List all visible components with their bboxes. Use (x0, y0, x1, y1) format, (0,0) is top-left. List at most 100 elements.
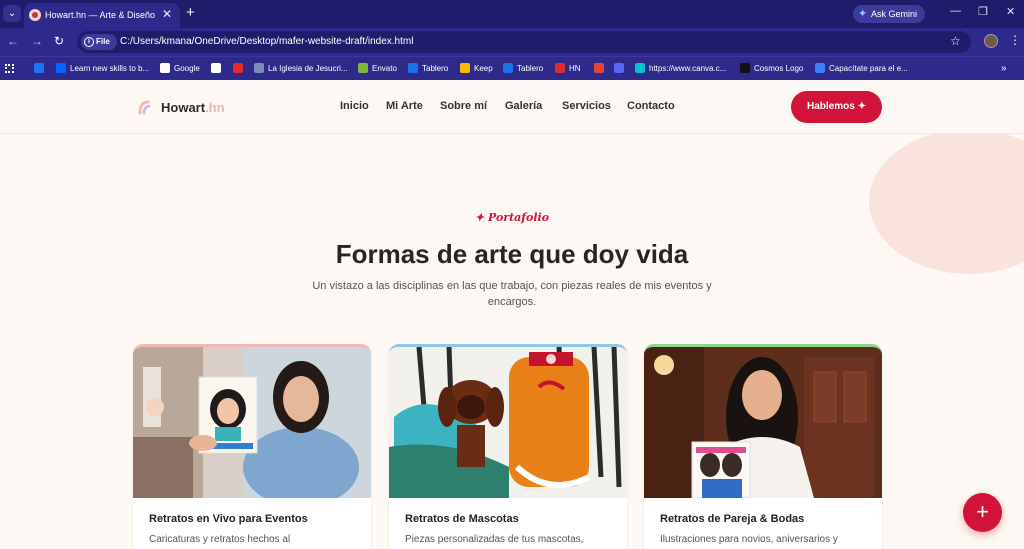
bookmark-label: Cosmos Logo (754, 64, 804, 73)
canva-icon (635, 63, 645, 73)
minimize-icon[interactable]: — (950, 5, 961, 17)
bookmark-label: Learn new skills to b... (70, 64, 150, 73)
url-text[interactable]: C:/Users/kmana/OneDrive/Desktop/mafer-we… (120, 36, 413, 47)
bookmark-label: Capacítate para el e... (829, 64, 908, 73)
site-logo[interactable]: Howart.hn (161, 100, 225, 115)
bookmark-capacitate[interactable]: Capacítate para el e... (815, 63, 908, 75)
keep-icon (460, 63, 470, 73)
profile-avatar[interactable] (984, 34, 998, 48)
browser-toolbar: ← → ↻ i File C:/Users/kmana/OneDrive/Des… (0, 28, 1024, 56)
card-desc-pet-portraits: Piezas personalizadas de tus mascotas, (405, 534, 584, 545)
gmail-icon (594, 63, 604, 73)
more-bookmarks-icon[interactable]: » (1001, 63, 1007, 74)
youtube-icon (233, 63, 243, 73)
bookmark-canva[interactable]: https://www.canva.c... (635, 63, 726, 75)
facebook-icon (34, 63, 44, 73)
church-icon (254, 63, 264, 73)
bookmarks-bar: Learn new skills to b... Google La Iglesia… (0, 56, 1024, 80)
tab-title: Howart.hn — Arte & Diseño Cr (45, 10, 157, 20)
active-tab[interactable]: Howart.hn — Arte & Diseño Cr ✕ (24, 3, 180, 28)
forward-arrow-icon[interactable]: → (31, 34, 43, 48)
trello-2-icon (503, 63, 513, 73)
bookmark-church[interactable]: La Iglesia de Jesucri... (254, 63, 348, 75)
card-couple-portraits[interactable]: Retratos de Pareja & Bodas Ilustraciones… (644, 344, 882, 549)
bookmark-meta[interactable]: Learn new skills to b... (56, 63, 149, 75)
bookmark-cosmos-logo[interactable]: Cosmos Logo (740, 63, 803, 75)
bookmark-discord[interactable] (614, 63, 628, 75)
bookmark-a-icon (211, 63, 221, 73)
bookmark-google[interactable]: Google (160, 63, 200, 75)
hn-icon (555, 63, 565, 73)
info-icon: i (84, 37, 94, 47)
back-arrow-icon[interactable]: ← (7, 34, 19, 48)
envato-icon (358, 63, 368, 73)
card-title-pet-portraits: Retratos de Mascotas (405, 513, 519, 525)
restore-icon[interactable]: ❐ (978, 5, 988, 18)
bookmark-trello[interactable]: Tablero (408, 63, 448, 75)
bookmark-envato[interactable]: Envato (358, 63, 397, 75)
card-title-live-portraits: Retratos en Vivo para Eventos (149, 513, 308, 525)
nav-servicios[interactable]: Servicios (562, 100, 611, 112)
logo-mark-icon (138, 100, 151, 115)
site-header: Howart.hn Inicio Mi Arte Sobre mí Galerí… (0, 80, 1024, 134)
gemini-spark-icon: ✦ (858, 8, 868, 20)
trello-icon (408, 63, 418, 73)
card-photo-couple-portraits (644, 347, 882, 498)
nav-galeria[interactable]: Galería (505, 100, 542, 112)
bookmark-label: Tablero (422, 64, 449, 73)
nav-sobre-mi[interactable]: Sobre mí (440, 100, 487, 112)
bookmark-hn[interactable]: HN (555, 63, 581, 75)
bookmark-trello-2[interactable]: Tablero (503, 63, 543, 75)
section-eyebrow: ✦ Portafolio (474, 211, 550, 224)
window-close-icon[interactable]: ✕ (1006, 5, 1015, 18)
google-icon (160, 63, 170, 73)
tab-search-button[interactable]: ⌄ (3, 5, 21, 22)
site-info-chip[interactable]: i File (81, 34, 117, 50)
card-live-portraits[interactable]: Retratos en Vivo para Eventos Caricatura… (133, 344, 371, 549)
more-menu-icon[interactable]: ⋮ (1009, 33, 1021, 47)
bookmark-keep[interactable]: Keep (460, 63, 493, 75)
bookmark-youtube[interactable] (233, 63, 247, 75)
tab-strip: ⌄ Howart.hn — Arte & Diseño Cr ✕ + ✦ Ask… (0, 0, 1024, 28)
section-headline: Formas de arte que doy vida (335, 239, 689, 269)
ask-gemini-button[interactable]: ✦ Ask Gemini (853, 5, 925, 23)
apps-grid-icon[interactable] (5, 64, 14, 73)
ask-gemini-label: Ask Gemini (871, 9, 918, 19)
card-desc-couple-portraits: Ilustraciones para novios, aniversarios … (660, 534, 838, 545)
bookmark-bookmark-a[interactable] (211, 63, 225, 75)
website-viewport: Howart.hn Inicio Mi Arte Sobre mí Galerí… (0, 80, 1024, 549)
address-bar[interactable]: i File C:/Users/kmana/OneDrive/Desktop/m… (77, 31, 971, 53)
bookmark-label: Tablero (517, 64, 544, 73)
discord-icon (614, 63, 624, 73)
bookmark-label: Keep (474, 64, 493, 73)
card-photo-live-portraits (133, 347, 371, 498)
bookmark-label: https://www.canva.c... (649, 64, 727, 73)
cosmos-logo-icon (740, 63, 750, 73)
bookmark-label: HN (569, 64, 581, 73)
bookmark-gmail[interactable] (594, 63, 608, 75)
card-photo-pet-portraits (389, 347, 627, 498)
nav-mi-arte[interactable]: Mi Arte (386, 100, 423, 112)
site-info-label: File (96, 37, 110, 46)
bookmark-label: Google (174, 64, 200, 73)
reload-icon[interactable]: ↻ (54, 34, 64, 48)
hablemos-button[interactable]: Hablemos ✦ (791, 91, 882, 123)
nav-inicio[interactable]: Inicio (340, 100, 369, 112)
logo-suffix: .hn (205, 100, 225, 115)
site-favicon-icon (29, 9, 41, 21)
bookmark-facebook[interactable] (34, 63, 48, 75)
meta-icon (56, 63, 66, 73)
card-pet-portraits[interactable]: Retratos de Mascotas Piezas personalizad… (389, 344, 627, 549)
bookmark-star-icon[interactable]: ☆ (950, 34, 961, 48)
section-lede: Un vistazo a las disciplinas en las que … (312, 280, 712, 308)
new-tab-button[interactable]: + (186, 4, 195, 21)
card-title-couple-portraits: Retratos de Pareja & Bodas (660, 513, 805, 525)
logo-main: Howart (161, 100, 206, 115)
floating-add-button[interactable]: + (963, 493, 1002, 532)
tab-close-icon[interactable]: ✕ (162, 7, 172, 21)
nav-contacto[interactable]: Contacto (627, 100, 675, 112)
capacitate-icon (815, 63, 825, 73)
bookmark-label: Envato (372, 64, 397, 73)
bookmark-label: La Iglesia de Jesucri... (268, 64, 348, 73)
card-desc-live-portraits: Caricaturas y retratos hechos al (149, 534, 291, 545)
